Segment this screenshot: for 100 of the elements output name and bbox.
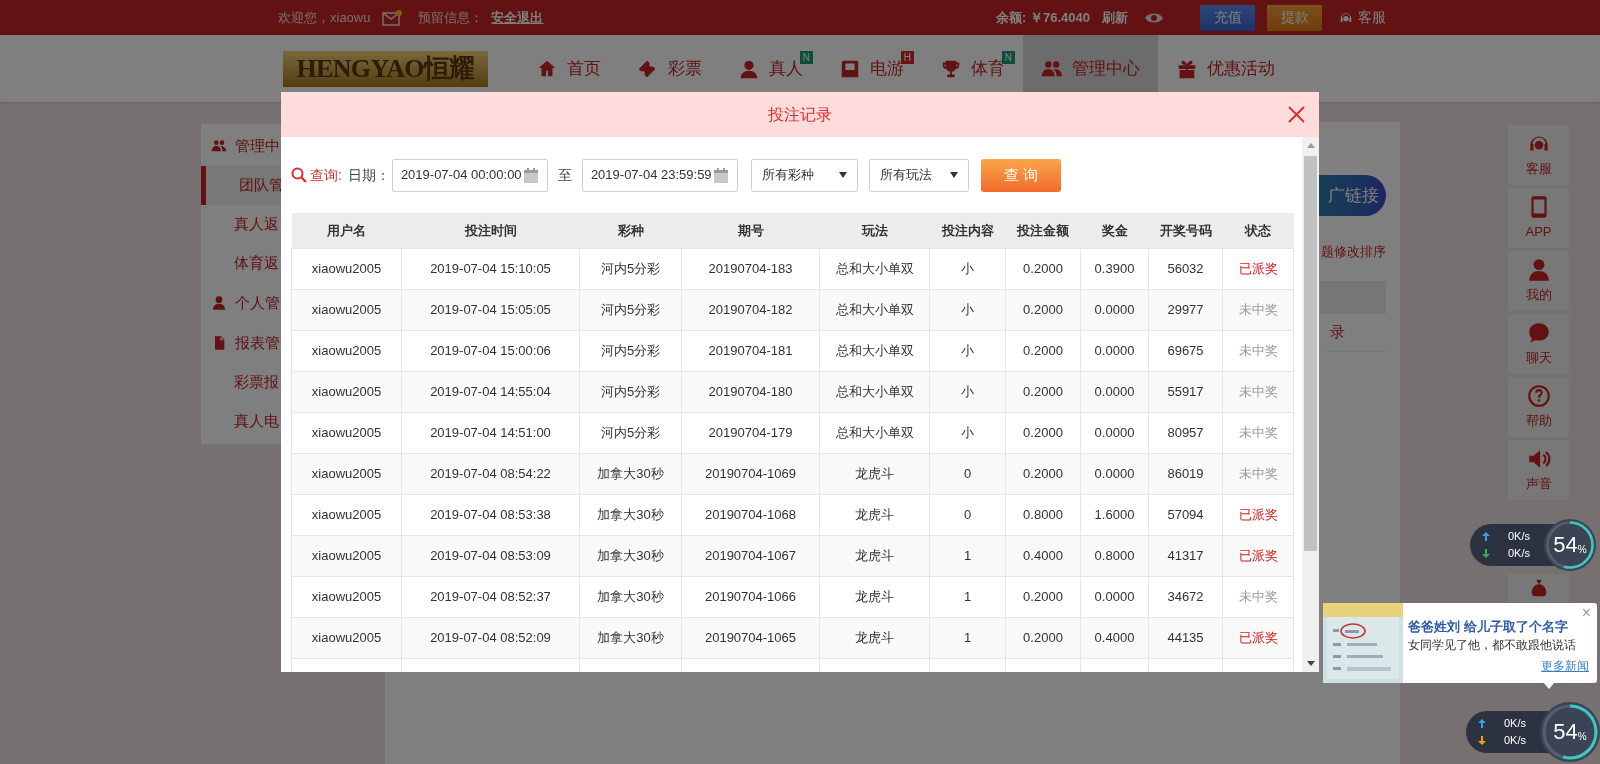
table-cell: 0.8000 bbox=[1005, 494, 1081, 535]
dock-label: 我的 bbox=[1525, 286, 1552, 305]
percent-sign: % bbox=[1577, 732, 1587, 742]
status-cell: 未中奖 bbox=[1222, 330, 1294, 371]
table-cell: 0.0000 bbox=[1080, 453, 1149, 494]
sort-hint-text: 题修改排序 bbox=[1320, 243, 1386, 261]
column-header: 奖金 bbox=[1080, 213, 1149, 248]
table-cell: 2019-07-04 14:55:04 bbox=[401, 371, 580, 412]
table-cell: 41317 bbox=[1148, 535, 1223, 576]
table-cell: 2019-07-04 15:00:06 bbox=[401, 330, 580, 371]
table-cell: xiaowu2005 bbox=[291, 371, 402, 412]
table-cell: 小 bbox=[929, 248, 1006, 289]
speed-text: 0K/s bbox=[1508, 546, 1530, 562]
table-cell: 2019-07-04 15:10:05 bbox=[401, 248, 580, 289]
table-cell: 龙虎斗 bbox=[819, 453, 930, 494]
table-cell: 龙虎斗 bbox=[819, 535, 930, 576]
column-header: 状态 bbox=[1222, 213, 1294, 248]
dock-label: 帮助 bbox=[1525, 412, 1552, 431]
table-cell: 河内5分彩 bbox=[579, 371, 682, 412]
table-cell: 0.2000 bbox=[1005, 617, 1081, 658]
table-cell: 总和大小单双 bbox=[819, 330, 930, 371]
table-cell: 河内5分彩 bbox=[579, 412, 682, 453]
table-cell: 龙虎斗 bbox=[819, 576, 930, 617]
table-cell: 86019 bbox=[1148, 453, 1223, 494]
table-cell: 0 bbox=[929, 494, 1006, 535]
table-cell: 20190704-179 bbox=[681, 412, 820, 453]
table-cell: 0.3900 bbox=[1080, 248, 1149, 289]
table-cell: 加拿大30秒 bbox=[579, 535, 682, 576]
table-cell: 20190704-1068 bbox=[681, 494, 820, 535]
status-cell: 已派奖 bbox=[1222, 494, 1294, 535]
balance-text: 余额: ￥76.4040 bbox=[996, 8, 1090, 27]
table-cell: 龙虎斗 bbox=[819, 617, 930, 658]
welcome-text: 欢迎您，xiaowu bbox=[278, 8, 371, 27]
column-header: 期号 bbox=[681, 213, 820, 248]
table-cell: 0.2000 bbox=[1005, 453, 1081, 494]
table-cell: 2019-07-04 15:05:05 bbox=[401, 289, 580, 330]
table-cell: 20190704-182 bbox=[681, 289, 820, 330]
date-label: 日期： bbox=[347, 165, 390, 185]
table-cell: 加拿大30秒 bbox=[579, 494, 682, 535]
table-cell: xiaowu2005 bbox=[291, 248, 402, 289]
table-cell: 0.0000 bbox=[1080, 289, 1149, 330]
table-cell: 小 bbox=[929, 412, 1006, 453]
table-cell: 20190704-181 bbox=[681, 330, 820, 371]
status-cell: 未中奖 bbox=[1222, 412, 1294, 453]
table-cell: xiaowu2005 bbox=[291, 330, 402, 371]
table-cell: 0.0000 bbox=[1080, 412, 1149, 453]
status-cell: 未中奖 bbox=[1222, 289, 1294, 330]
dock-label: 声音 bbox=[1525, 475, 1552, 494]
table-cell: 55917 bbox=[1148, 371, 1223, 412]
news-summary: 女同学见了他，都不敢跟他说话 bbox=[1408, 637, 1577, 654]
status-cell: 已派奖 bbox=[1222, 535, 1294, 576]
table-cell: 河内5分彩 bbox=[579, 289, 682, 330]
usage-percent: 54 bbox=[1553, 534, 1578, 556]
table-cell: 0.4000 bbox=[1005, 535, 1081, 576]
table-cell: xiaowu2005 bbox=[291, 494, 402, 535]
column-header: 玩法 bbox=[819, 213, 930, 248]
table-cell: xiaowu2005 bbox=[291, 535, 402, 576]
table-cell: 69675 bbox=[1148, 330, 1223, 371]
table-cell: 20190704-1066 bbox=[681, 576, 820, 617]
percent-sign: % bbox=[1577, 545, 1587, 555]
status-cell: 未中奖 bbox=[1222, 576, 1294, 617]
table-cell: xiaowu2005 bbox=[291, 617, 402, 658]
table-cell: 0.2000 bbox=[1005, 371, 1081, 412]
column-header: 开奖号码 bbox=[1148, 213, 1223, 248]
table-cell: 加拿大30秒 bbox=[579, 453, 682, 494]
speed-text: 0K/s bbox=[1504, 716, 1526, 732]
table-cell: 0.2000 bbox=[1005, 289, 1081, 330]
date-separator: 至 bbox=[557, 165, 572, 185]
table-cell: 小 bbox=[929, 330, 1006, 371]
column-header: 投注内容 bbox=[929, 213, 1006, 248]
column-header: 投注金额 bbox=[1005, 213, 1081, 248]
table-cell: 1 bbox=[929, 535, 1006, 576]
table-cell: 57094 bbox=[1148, 494, 1223, 535]
table-cell: 总和大小单双 bbox=[819, 371, 930, 412]
table-cell: 34672 bbox=[1148, 576, 1223, 617]
dialog-title: 投注记录 bbox=[768, 104, 832, 125]
badge: N bbox=[799, 51, 813, 64]
table-cell: 总和大小单双 bbox=[819, 289, 930, 330]
table-cell: 2019-07-04 08:52:37 bbox=[401, 576, 580, 617]
table-cell: 20190704-1065 bbox=[681, 617, 820, 658]
column-header: 用户名 bbox=[291, 213, 402, 248]
table-cell: 1 bbox=[929, 617, 1006, 658]
table-cell: 0 bbox=[929, 453, 1006, 494]
table-cell: xiaowu2005 bbox=[291, 453, 402, 494]
table-cell: 2019-07-04 08:52:09 bbox=[401, 617, 580, 658]
table-cell: 总和大小单双 bbox=[819, 412, 930, 453]
status-cell: 已派奖 bbox=[1222, 617, 1294, 658]
status-cell: 未中奖 bbox=[1222, 453, 1294, 494]
table-cell: 56032 bbox=[1148, 248, 1223, 289]
table-cell: 0.0000 bbox=[1080, 330, 1149, 371]
table-cell: 2019-07-04 14:51:00 bbox=[401, 412, 580, 453]
table-cell: xiaowu2005 bbox=[291, 289, 402, 330]
table-cell: 加拿大30秒 bbox=[579, 617, 682, 658]
table-cell: 0.2000 bbox=[1005, 248, 1081, 289]
table-cell: 20190704-1069 bbox=[681, 453, 820, 494]
table-cell: 2019-07-04 08:54:22 bbox=[401, 453, 580, 494]
table-cell: 29977 bbox=[1148, 289, 1223, 330]
table-cell: 龙虎斗 bbox=[819, 494, 930, 535]
table-cell: 加拿大30秒 bbox=[579, 576, 682, 617]
column-header: 投注时间 bbox=[401, 213, 580, 248]
